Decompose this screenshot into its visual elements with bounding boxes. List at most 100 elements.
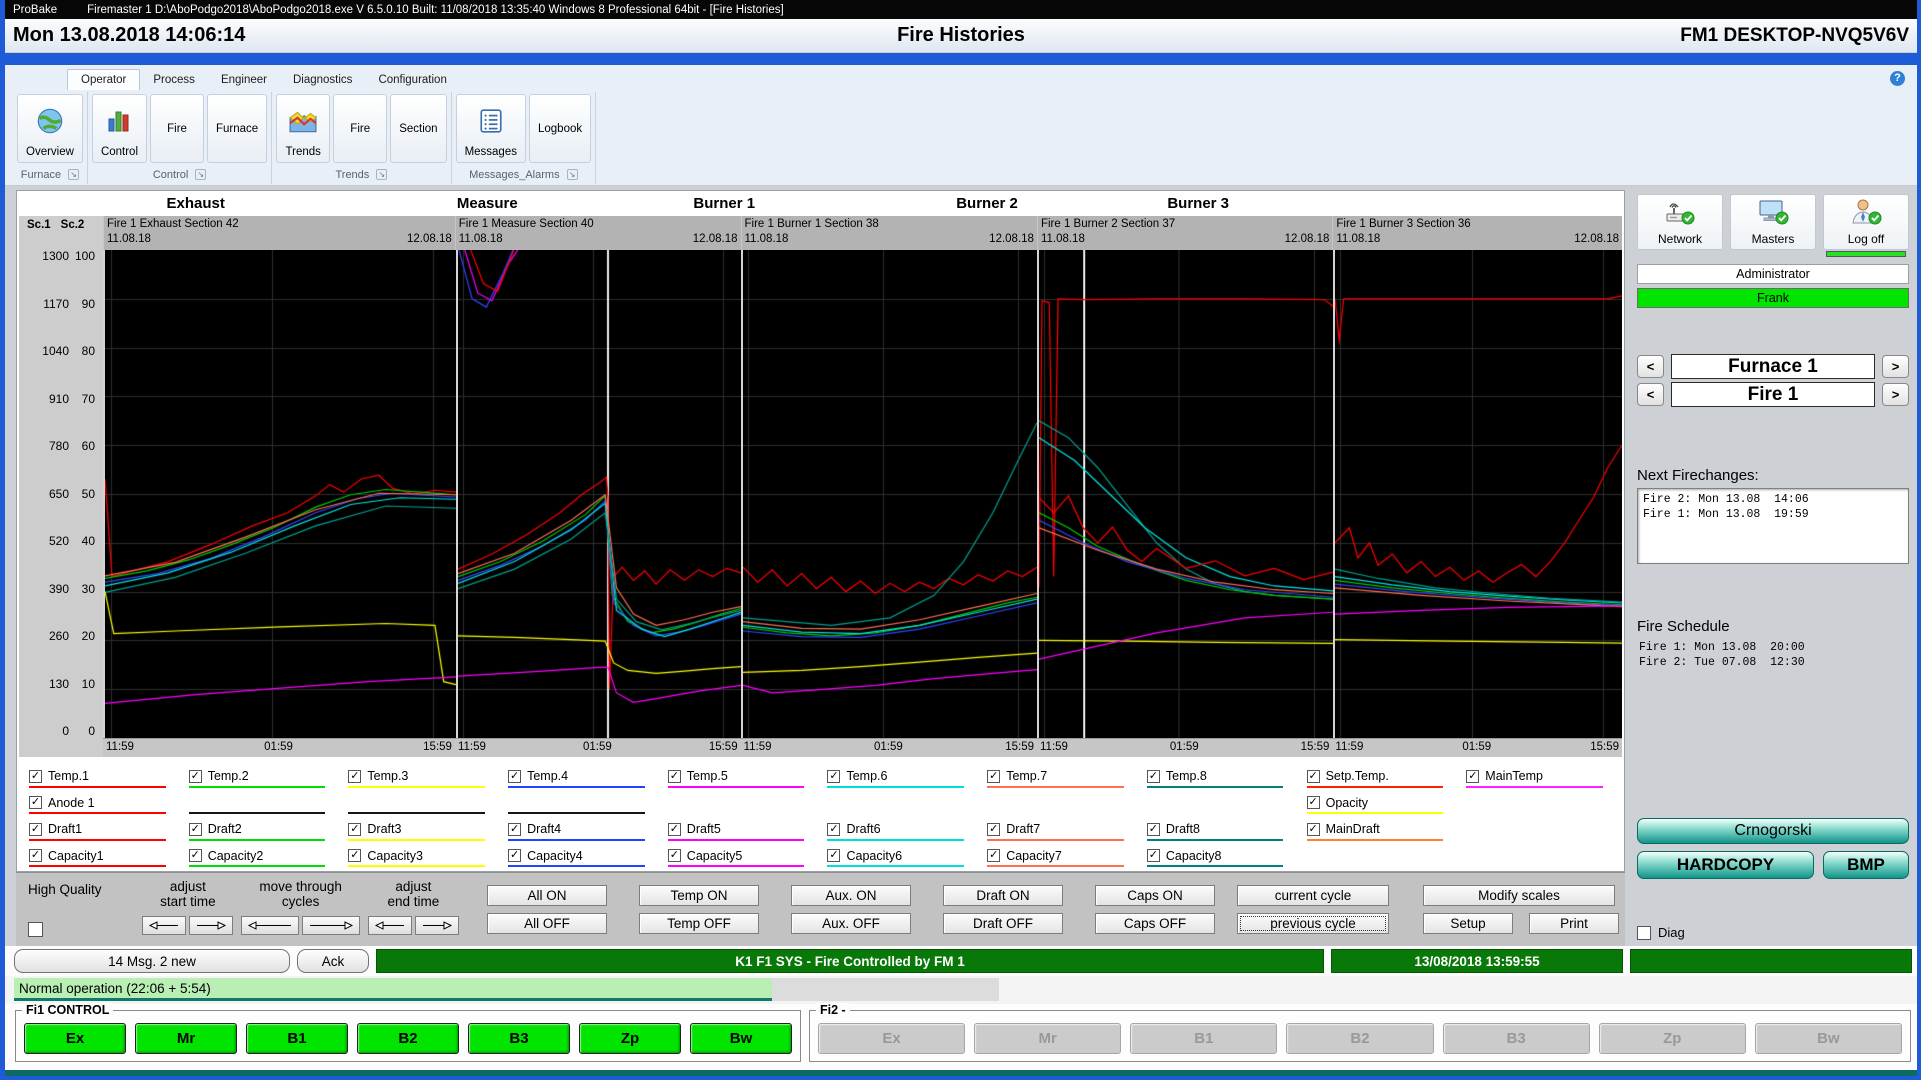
legend-item[interactable]: Draft7 <box>987 816 1139 843</box>
legend-item[interactable]: Draft6 <box>827 816 979 843</box>
furnace-button[interactable]: Furnace <box>207 94 267 163</box>
setup-button[interactable]: Setup <box>1423 913 1513 934</box>
legend-item[interactable]: MainTemp <box>1466 763 1618 790</box>
legend-item[interactable]: Temp.3 <box>348 763 500 790</box>
dialog-launcher-icon[interactable] <box>195 169 206 180</box>
legend-item[interactable] <box>348 790 500 817</box>
legend-item[interactable]: Anode 1 <box>29 790 181 817</box>
toggle-off-button[interactable]: Caps OFF <box>1095 913 1215 934</box>
control-button[interactable]: Control <box>92 94 147 163</box>
legend-checkbox[interactable] <box>348 849 361 862</box>
legend-item[interactable]: MainDraft <box>1307 816 1459 843</box>
legend-checkbox[interactable] <box>1307 770 1320 783</box>
legend-item[interactable] <box>668 790 820 817</box>
legend-checkbox[interactable] <box>1147 823 1160 836</box>
tab-diagnostics[interactable]: Diagnostics <box>280 70 365 90</box>
dialog-launcher-icon[interactable] <box>567 169 578 180</box>
legend-item[interactable] <box>987 790 1139 817</box>
help-icon[interactable]: ? <box>1890 71 1905 86</box>
fire-selector[interactable]: Fire 1 <box>1671 382 1875 407</box>
legend-item[interactable]: Temp.8 <box>1147 763 1299 790</box>
legend-item[interactable]: Capacity6 <box>827 843 979 870</box>
legend-checkbox[interactable] <box>987 849 1000 862</box>
modify-scales-button[interactable]: Modify scales <box>1423 885 1615 906</box>
legend-item[interactable]: Draft5 <box>668 816 820 843</box>
legend-item[interactable] <box>827 790 979 817</box>
fi1-stage-button[interactable]: Bw <box>690 1023 792 1054</box>
legend-checkbox[interactable] <box>29 770 42 783</box>
toggle-off-button[interactable]: Aux. OFF <box>791 913 911 934</box>
toggle-off-button[interactable]: Temp OFF <box>639 913 759 934</box>
legend-checkbox[interactable] <box>987 770 1000 783</box>
legend-checkbox[interactable] <box>29 849 42 862</box>
legend-checkbox[interactable] <box>29 796 42 809</box>
cycles-back-button[interactable] <box>241 916 299 935</box>
fire-prev-button[interactable]: < <box>1637 383 1664 406</box>
legend-item[interactable]: Draft4 <box>508 816 660 843</box>
legend-checkbox[interactable] <box>1147 770 1160 783</box>
diag-checkbox[interactable] <box>1637 926 1651 940</box>
legend-item[interactable]: Draft1 <box>29 816 181 843</box>
logoff-button[interactable]: Log off <box>1823 194 1909 250</box>
legend-checkbox[interactable] <box>508 823 521 836</box>
end-time-forward-button[interactable] <box>415 916 459 935</box>
language-button[interactable]: Crnogorski <box>1637 818 1909 844</box>
legend-item[interactable] <box>1466 790 1618 817</box>
trend-canvas[interactable] <box>105 250 456 738</box>
network-button[interactable]: Network <box>1637 194 1723 250</box>
fi1-stage-button[interactable]: Mr <box>135 1023 237 1054</box>
toggle-on-button[interactable]: Draft ON <box>943 885 1063 906</box>
toggle-on-button[interactable]: All ON <box>487 885 607 906</box>
legend-item[interactable]: Draft2 <box>189 816 341 843</box>
tab-configuration[interactable]: Configuration <box>365 70 459 90</box>
fire-button[interactable]: Fire <box>150 94 204 163</box>
high-quality-checkbox[interactable] <box>28 922 43 937</box>
dialog-launcher-icon[interactable] <box>376 169 387 180</box>
tab-engineer[interactable]: Engineer <box>208 70 280 90</box>
messages-button[interactable]: Messages <box>456 94 526 163</box>
toggle-on-button[interactable]: Temp ON <box>639 885 759 906</box>
legend-checkbox[interactable] <box>189 770 202 783</box>
legend-item[interactable]: Draft3 <box>348 816 500 843</box>
legend-checkbox[interactable] <box>189 823 202 836</box>
fi1-stage-button[interactable]: B3 <box>468 1023 570 1054</box>
fire-next-button[interactable]: > <box>1882 383 1909 406</box>
trend-canvas[interactable] <box>743 250 1037 738</box>
legend-checkbox[interactable] <box>987 823 1000 836</box>
legend-checkbox[interactable] <box>508 770 521 783</box>
toggle-off-button[interactable]: Draft OFF <box>943 913 1063 934</box>
legend-checkbox[interactable] <box>827 823 840 836</box>
fi1-stage-button[interactable]: Zp <box>579 1023 681 1054</box>
trend-canvas[interactable] <box>1335 250 1622 738</box>
start-time-back-button[interactable] <box>142 916 186 935</box>
toggle-off-button[interactable]: All OFF <box>487 913 607 934</box>
trends-section-button[interactable]: Section <box>390 94 446 163</box>
legend-item[interactable]: Capacity1 <box>29 843 181 870</box>
fi1-stage-button[interactable]: Ex <box>24 1023 126 1054</box>
legend-item[interactable]: Temp.6 <box>827 763 979 790</box>
end-time-back-button[interactable] <box>368 916 412 935</box>
legend-item[interactable] <box>1147 790 1299 817</box>
toggle-on-button[interactable]: Caps ON <box>1095 885 1215 906</box>
hardcopy-button[interactable]: HARDCOPY <box>1637 851 1814 879</box>
legend-item[interactable]: Temp.5 <box>668 763 820 790</box>
legend-item[interactable]: Capacity3 <box>348 843 500 870</box>
legend-checkbox[interactable] <box>1307 823 1320 836</box>
legend-checkbox[interactable] <box>29 823 42 836</box>
furnace-prev-button[interactable]: < <box>1637 355 1664 378</box>
fi1-stage-button[interactable]: B2 <box>357 1023 459 1054</box>
trends-button[interactable]: Trends <box>276 94 330 163</box>
legend-checkbox[interactable] <box>1466 770 1479 783</box>
legend-item[interactable]: Capacity5 <box>668 843 820 870</box>
legend-item[interactable]: Temp.2 <box>189 763 341 790</box>
legend-item[interactable]: Opacity <box>1307 790 1459 817</box>
logbook-button[interactable]: Logbook <box>529 94 591 163</box>
legend-item[interactable]: Temp.1 <box>29 763 181 790</box>
legend-item[interactable] <box>1307 843 1459 870</box>
legend-item[interactable]: Setp.Temp. <box>1307 763 1459 790</box>
legend-checkbox[interactable] <box>1147 849 1160 862</box>
legend-checkbox[interactable] <box>668 823 681 836</box>
overview-button[interactable]: Overview <box>17 94 83 163</box>
trend-canvas[interactable] <box>458 250 741 738</box>
legend-checkbox[interactable] <box>827 770 840 783</box>
